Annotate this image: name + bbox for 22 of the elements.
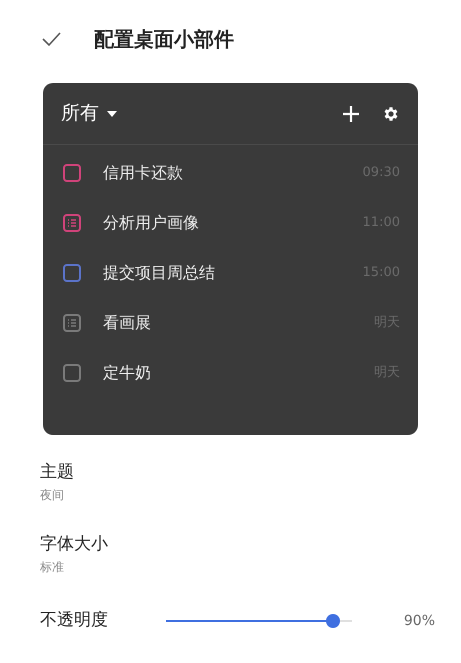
settings-icon[interactable] [382,104,400,122]
opacity-slider[interactable] [166,614,352,628]
checkbox-icon[interactable] [63,364,81,382]
task-title: 定牛奶 [103,362,151,384]
setting-label: 字体大小 [40,533,109,556]
checkbox-icon[interactable] [63,264,81,282]
checkbox-icon[interactable] [63,164,81,182]
setting-value: 夜间 [40,487,65,504]
setting-item[interactable]: 字体大小 标准 [40,531,461,603]
opacity-label: 不透明度 [40,609,109,632]
opacity-value: 90% [404,612,435,630]
page-title: 配置桌面小部件 [94,26,234,53]
caret-icon [107,110,117,116]
setting-item[interactable]: 主题 夜间 [40,459,461,531]
setting-label: 主题 [40,461,75,484]
task-title: 提交项目周总结 [103,262,215,284]
add-icon[interactable] [342,104,360,122]
task-title: 看画展 [103,312,151,334]
filter-dropdown[interactable]: 所有 [61,99,117,128]
task-title: 信用卡还款 [103,162,183,184]
task-title: 分析用户画像 [103,212,199,234]
setting-value: 标准 [40,559,65,576]
